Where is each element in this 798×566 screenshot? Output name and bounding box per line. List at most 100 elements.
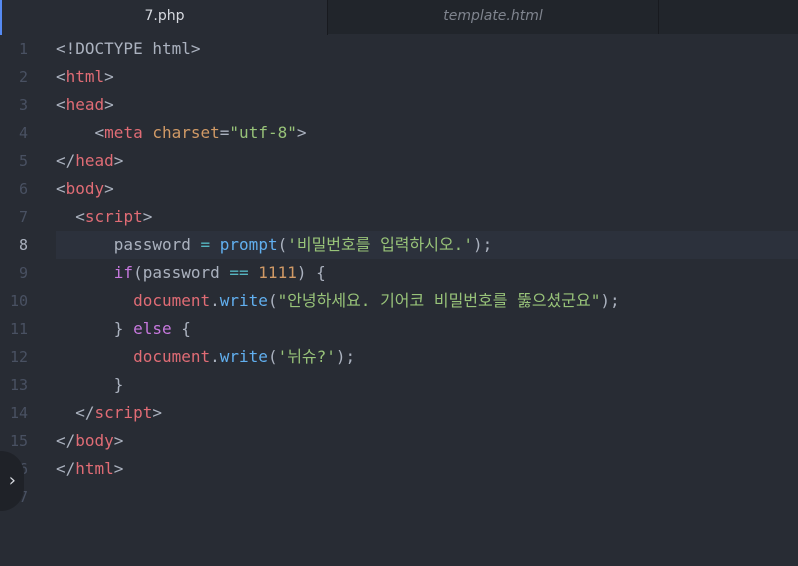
code-token: > (113, 431, 124, 450)
code-token: } (56, 319, 134, 338)
line-number: 9 (18, 264, 28, 282)
chevron-right-icon: › (8, 470, 16, 491)
code-line[interactable]: document.write('뉘슈?'); (56, 343, 798, 371)
code-token: html (65, 67, 105, 86)
code-token: "안녕하세요. 기어코 비밀번호를 뚫으셨군요" (277, 291, 601, 310)
code-token: ( (267, 347, 278, 366)
code-token: . (210, 347, 220, 366)
code-editor: 7.php template.html 1 2 3 4 5 6 7 8 9 10… (0, 0, 798, 566)
code-token: > (296, 123, 307, 142)
code-token: ); (600, 291, 620, 310)
code-token: charset (152, 123, 220, 142)
code-token: script (84, 207, 143, 226)
code-token: 1111 (258, 263, 297, 282)
code-token: == (229, 263, 249, 282)
code-line[interactable]: <meta charset="utf-8"> (56, 119, 798, 147)
line-number: 6 (18, 180, 28, 198)
code-line[interactable]: </body> (56, 427, 798, 455)
code-line[interactable]: <body> (56, 175, 798, 203)
code-token: write (219, 347, 268, 366)
code-token: < (56, 123, 105, 142)
code-token: script (94, 403, 153, 422)
code-token: head (65, 95, 105, 114)
code-line[interactable] (56, 483, 798, 511)
line-number-current: 8 (18, 236, 28, 254)
line-number-gutter: 1 2 3 4 5 6 7 8 9 10 11 12 13 14 15 16 1… (0, 35, 48, 511)
line-number: 2 (18, 68, 28, 86)
code-line[interactable]: document.write("안녕하세요. 기어코 비밀번호를 뚫으셨군요")… (56, 287, 798, 315)
code-token: = (200, 235, 211, 254)
code-area[interactable]: <!DOCTYPE html> <html> <head> <meta char… (56, 35, 798, 511)
code-token: > (104, 179, 114, 198)
code-line-current[interactable]: password = prompt('비밀번호를 입력하시오.'); (56, 231, 798, 259)
line-number: 14 (9, 404, 28, 422)
line-number: 7 (18, 208, 28, 226)
code-token: ) { (296, 263, 326, 282)
code-token: } (56, 375, 124, 394)
code-token: < (56, 207, 85, 226)
code-token: meta (104, 123, 143, 142)
code-token: > (152, 403, 162, 422)
code-token: </ (56, 459, 76, 478)
line-number: 12 (9, 348, 28, 366)
code-token: write (219, 291, 268, 310)
tab-7-php[interactable]: 7.php (0, 0, 328, 35)
code-token: { (171, 319, 191, 338)
line-number: 4 (18, 124, 28, 142)
tab-bar-empty-space (659, 0, 798, 34)
code-line[interactable]: } else { (56, 315, 798, 343)
line-number: 13 (9, 376, 28, 394)
code-token: ( (277, 235, 288, 254)
line-number: 1 (18, 40, 28, 58)
code-token: ); (335, 347, 356, 366)
code-line[interactable]: <head> (56, 91, 798, 119)
code-token: body (75, 431, 114, 450)
line-number: 11 (9, 320, 28, 338)
code-token: </ (56, 151, 76, 170)
line-number: 10 (9, 292, 28, 310)
code-token: </ (56, 403, 95, 422)
code-line[interactable]: </html> (56, 455, 798, 483)
line-number: 15 (9, 432, 28, 450)
code-token: ); (472, 235, 493, 254)
code-token: </ (56, 431, 76, 450)
code-token: document (133, 347, 211, 366)
code-token: password (56, 235, 201, 254)
code-token: document (133, 291, 211, 310)
code-line[interactable]: </script> (56, 399, 798, 427)
code-token: = (219, 123, 230, 142)
code-token: < (56, 179, 66, 198)
code-token: '비밀번호를 입력하시오.' (287, 235, 473, 254)
code-token: body (65, 179, 105, 198)
code-token: > (113, 151, 124, 170)
tab-bar: 7.php template.html (0, 0, 798, 35)
code-token: > (113, 459, 124, 478)
code-token: (password (133, 263, 230, 282)
code-line[interactable]: <script> (56, 203, 798, 231)
code-line[interactable]: <!DOCTYPE html> (56, 35, 798, 63)
code-token: < (56, 67, 66, 86)
code-token: <!DOCTYPE html> (56, 39, 201, 58)
code-line[interactable]: </head> (56, 147, 798, 175)
line-number: 5 (18, 152, 28, 170)
code-token: . (210, 291, 220, 310)
code-token: html (75, 459, 114, 478)
code-line[interactable]: } (56, 371, 798, 399)
code-token: > (104, 95, 114, 114)
tab-template-html[interactable]: template.html (328, 0, 659, 34)
code-line[interactable]: if(password == 1111) { (56, 259, 798, 287)
line-number: 3 (18, 96, 28, 114)
code-token: else (133, 319, 172, 338)
code-token: > (142, 207, 153, 226)
code-token: < (56, 95, 66, 114)
code-line[interactable]: <html> (56, 63, 798, 91)
code-token: "utf-8" (229, 123, 297, 142)
code-token: '뉘슈?' (277, 347, 336, 366)
code-token: ( (267, 291, 278, 310)
